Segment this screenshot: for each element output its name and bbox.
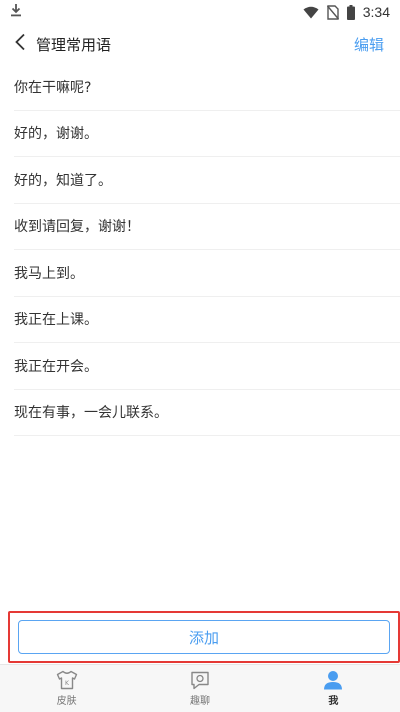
phrase-item[interactable]: 我马上到。 xyxy=(14,250,400,297)
status-bar: 3:34 xyxy=(0,0,400,24)
phrase-item[interactable]: 好的，谢谢。 xyxy=(14,111,400,157)
phrase-item[interactable]: 你在干嘛呢? xyxy=(14,64,400,111)
phrase-item[interactable]: 我正在开会。 xyxy=(14,343,400,390)
phrase-list: 你在干嘛呢? 好的，谢谢。 好的，知道了。 收到请回复，谢谢！ 我马上到。 我正… xyxy=(0,64,400,436)
nav-label: 趣聊 xyxy=(189,696,210,707)
screen: 3:34 管理常用语 编辑 你在干嘛呢? 好的，谢谢。 好的，知道了。 收到请回… xyxy=(0,0,400,712)
tshirt-icon: K xyxy=(56,670,78,690)
page-title: 管理常用语 xyxy=(36,35,112,54)
nav-item-skin[interactable]: K 皮肤 xyxy=(0,665,133,712)
bottom-nav: K 皮肤 趣聊 我 xyxy=(0,664,400,712)
chat-icon xyxy=(189,670,211,690)
phrase-item[interactable]: 好的，知道了。 xyxy=(14,157,400,204)
nav-label: 皮肤 xyxy=(56,696,77,707)
nav-item-me[interactable]: 我 xyxy=(267,665,400,712)
phrase-item[interactable]: 收到请回复，谢谢！ xyxy=(14,204,400,250)
wifi-icon xyxy=(303,6,319,19)
user-icon xyxy=(322,670,344,690)
status-time: 3:34 xyxy=(362,4,390,20)
add-button[interactable]: 添加 xyxy=(18,620,390,654)
header: 管理常用语 编辑 xyxy=(0,24,400,64)
nav-label: 我 xyxy=(328,696,339,707)
battery-icon xyxy=(346,4,355,20)
chevron-left-icon xyxy=(14,33,26,55)
phrase-item[interactable]: 现在有事，一会儿联系。 xyxy=(14,390,400,436)
status-right: 3:34 xyxy=(303,4,390,20)
back-button[interactable] xyxy=(2,24,38,64)
svg-text:K: K xyxy=(65,680,70,687)
add-button-highlight: 添加 xyxy=(8,611,400,663)
status-left xyxy=(10,3,22,21)
edit-button[interactable]: 编辑 xyxy=(354,34,384,55)
download-icon xyxy=(10,3,22,21)
nav-item-chat[interactable]: 趣聊 xyxy=(133,665,266,712)
phrase-item[interactable]: 我正在上课。 xyxy=(14,297,400,343)
no-sim-icon xyxy=(326,4,339,20)
